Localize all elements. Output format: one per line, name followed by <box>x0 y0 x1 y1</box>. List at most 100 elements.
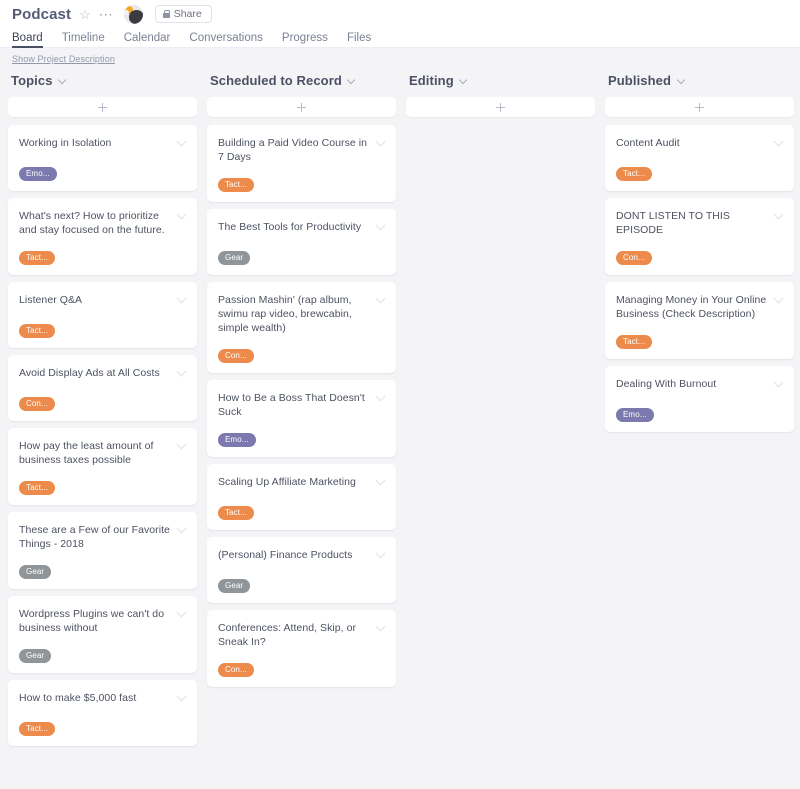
task-card[interactable]: Content Audit Tact... <box>605 125 794 191</box>
task-card[interactable]: How to make $5,000 fast Tact... <box>8 680 197 746</box>
status-badge[interactable]: Gear <box>19 565 52 579</box>
task-card[interactable]: (Personal) Finance Products Gear <box>207 537 396 603</box>
status-badge[interactable]: Tact... <box>19 324 56 338</box>
add-card-button[interactable] <box>406 97 595 117</box>
star-icon[interactable]: ☆ <box>79 8 91 21</box>
chevron-down-icon[interactable] <box>677 76 686 85</box>
chevron-down-icon[interactable] <box>774 137 784 147</box>
tab-conversations[interactable]: Conversations <box>189 32 263 47</box>
add-card-button[interactable] <box>8 97 197 117</box>
status-badge[interactable]: Tact... <box>19 251 56 265</box>
tab-timeline[interactable]: Timeline <box>62 32 105 47</box>
chevron-down-icon[interactable] <box>177 137 187 147</box>
task-card-tags: Gear <box>218 565 385 593</box>
avatar[interactable] <box>123 4 143 24</box>
task-card-tags: Con... <box>218 649 385 677</box>
chevron-down-icon[interactable] <box>774 378 784 388</box>
chevron-down-icon[interactable] <box>177 440 187 450</box>
chevron-down-icon[interactable] <box>376 549 386 559</box>
board-area: Show Project Description Topics Working i… <box>0 48 800 789</box>
task-card[interactable]: Passion Mashin' (rap album, swimu rap vi… <box>207 282 396 373</box>
column-title: Scheduled to Record <box>210 73 342 88</box>
share-button[interactable]: Share <box>154 5 212 23</box>
chevron-down-icon[interactable] <box>774 210 784 220</box>
chevron-down-icon[interactable] <box>774 294 784 304</box>
show-project-description-link[interactable]: Show Project Description <box>0 48 115 64</box>
task-card-title: Conferences: Attend, Skip, or Sneak In? <box>218 622 357 648</box>
status-badge[interactable]: Tact... <box>218 178 255 192</box>
add-card-button[interactable] <box>605 97 794 117</box>
task-card[interactable]: Working in Isolation Emo... <box>8 125 197 191</box>
task-card-title: How to Be a Boss That Doesn't Suck <box>218 392 365 418</box>
plus-icon <box>98 102 107 112</box>
task-card-tags: Emo... <box>218 419 385 447</box>
chevron-down-icon[interactable] <box>177 692 187 702</box>
tab-board[interactable]: Board <box>12 32 43 48</box>
board-column: Topics Working in Isolation Emo... What's n… <box>8 71 197 753</box>
task-card[interactable]: Managing Money in Your Online Business (… <box>605 282 794 359</box>
status-badge[interactable]: Con... <box>19 397 55 411</box>
task-card[interactable]: Scaling Up Affiliate Marketing Tact... <box>207 464 396 530</box>
status-badge[interactable]: Con... <box>218 663 254 677</box>
task-card-tags: Tact... <box>218 164 385 192</box>
task-card[interactable]: Dealing With Burnout Emo... <box>605 366 794 432</box>
task-card-tags: Tact... <box>616 321 783 349</box>
chevron-down-icon[interactable] <box>376 392 386 402</box>
task-card-tags: Tact... <box>19 708 186 736</box>
column-header: Scheduled to Record <box>207 71 396 97</box>
task-card-tags: Gear <box>19 635 186 663</box>
tab-progress[interactable]: Progress <box>282 32 328 47</box>
task-card[interactable]: How to Be a Boss That Doesn't Suck Emo... <box>207 380 396 457</box>
task-card[interactable]: The Best Tools for Productivity Gear <box>207 209 396 275</box>
tab-files[interactable]: Files <box>347 32 371 47</box>
chevron-down-icon[interactable] <box>59 76 68 85</box>
task-card-title: These are a Few of our Favorite Things -… <box>19 524 170 550</box>
status-badge[interactable]: Tact... <box>616 167 653 181</box>
chevron-down-icon[interactable] <box>177 294 187 304</box>
status-badge[interactable]: Gear <box>218 579 251 593</box>
task-card-title: How to make $5,000 fast <box>19 692 137 704</box>
chevron-down-icon[interactable] <box>177 524 187 534</box>
status-badge[interactable]: Con... <box>218 349 254 363</box>
task-card-tags: Tact... <box>616 153 783 181</box>
chevron-down-icon[interactable] <box>376 294 386 304</box>
add-card-button[interactable] <box>207 97 396 117</box>
status-badge[interactable]: Tact... <box>218 506 255 520</box>
chevron-down-icon[interactable] <box>177 210 187 220</box>
chevron-down-icon[interactable] <box>177 608 187 618</box>
status-badge[interactable]: Emo... <box>218 433 256 447</box>
board-column: Published Content Audit Tact... DONT LISTEN… <box>605 71 794 439</box>
chevron-down-icon[interactable] <box>376 137 386 147</box>
task-card[interactable]: These are a Few of our Favorite Things -… <box>8 512 197 589</box>
status-badge[interactable]: Gear <box>218 251 251 265</box>
task-card-tags: Gear <box>19 551 186 579</box>
chevron-down-icon[interactable] <box>376 476 386 486</box>
task-card[interactable]: Conferences: Attend, Skip, or Sneak In? C… <box>207 610 396 687</box>
task-card-title: The Best Tools for Productivity <box>218 221 362 233</box>
task-card[interactable]: Avoid Display Ads at All Costs Con... <box>8 355 197 421</box>
status-badge[interactable]: Gear <box>19 649 52 663</box>
status-badge[interactable]: Tact... <box>616 335 653 349</box>
status-badge[interactable]: Tact... <box>19 722 56 736</box>
column-header: Topics <box>8 71 197 97</box>
status-badge[interactable]: Tact... <box>19 481 56 495</box>
task-card[interactable]: DONT LISTEN TO THIS EPISODE Con... <box>605 198 794 275</box>
task-card[interactable]: What's next? How to prioritize and stay … <box>8 198 197 275</box>
status-badge[interactable]: Con... <box>616 251 652 265</box>
chevron-down-icon[interactable] <box>376 622 386 632</box>
task-card[interactable]: How pay the least amount of business tax… <box>8 428 197 505</box>
status-badge[interactable]: Emo... <box>616 408 654 422</box>
chevron-down-icon[interactable] <box>376 221 386 231</box>
task-card[interactable]: Building a Paid Video Course in 7 Days Ta… <box>207 125 396 202</box>
avatar-silhouette <box>128 9 143 24</box>
chevron-down-icon[interactable] <box>177 367 187 377</box>
task-card[interactable]: Listener Q&A Tact... <box>8 282 197 348</box>
ellipsis-icon[interactable]: ⋯ <box>99 7 114 21</box>
chevron-down-icon[interactable] <box>460 76 469 85</box>
tab-calendar[interactable]: Calendar <box>124 32 171 47</box>
board-column: Editing <box>406 71 595 125</box>
status-badge[interactable]: Emo... <box>19 167 57 181</box>
task-card[interactable]: Wordpress Plugins we can't do business w… <box>8 596 197 673</box>
plus-icon <box>496 102 505 112</box>
chevron-down-icon[interactable] <box>348 76 357 85</box>
